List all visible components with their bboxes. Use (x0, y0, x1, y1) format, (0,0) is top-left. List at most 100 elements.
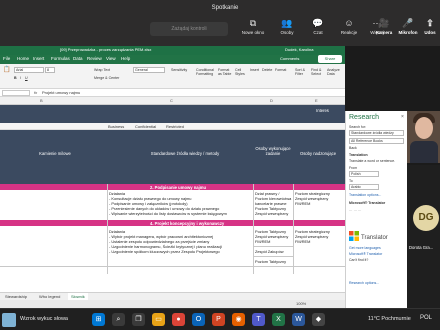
section-title-2: 2. Podpisanie umowy najmu (150, 184, 207, 190)
window-icon: ⧉ (249, 18, 257, 28)
weather-widget[interactable]: 11°C Pochmurnie (368, 316, 411, 322)
menu-file[interactable]: File (3, 56, 10, 61)
find-select-button[interactable]: Find & Select (311, 68, 325, 76)
research-options-link[interactable]: Research options... (349, 281, 379, 285)
fx-icon: fx (34, 90, 38, 95)
search-icon[interactable]: ⌕ (112, 313, 125, 326)
underline-button[interactable]: U (25, 76, 28, 80)
microphone-button[interactable]: 🎤 Mikrofon (396, 17, 420, 43)
analyze-data-button[interactable]: Analyze Data (327, 68, 343, 76)
reference-source-select[interactable]: All Reference Books (349, 138, 404, 144)
to-language-select[interactable]: Arabic (349, 184, 379, 190)
status-bar: 100% (0, 300, 345, 308)
cell-text: - Uzgodnienie spółkom kluczowych przez Z… (109, 249, 220, 254)
request-control-button[interactable]: Zażądaj kontroli (150, 22, 228, 36)
from-language-select[interactable]: Polish (349, 171, 379, 177)
from-label: From (349, 166, 358, 170)
ms-translator-link[interactable]: Microsoft® Translator (349, 252, 382, 256)
formula-input[interactable]: Projekt umowy najmu (42, 90, 80, 95)
mic-icon: 🎤 (402, 18, 414, 28)
grid-line (293, 184, 294, 274)
research-search-input[interactable]: Standardowe źródła wiedzy (349, 130, 404, 136)
menu-view[interactable]: View (106, 56, 116, 61)
column-header-b[interactable]: B (40, 98, 43, 103)
news-headline: Wzrok wykuc słowa (20, 316, 68, 322)
comments-button[interactable]: Comments (280, 56, 299, 61)
back-button[interactable]: Back (349, 146, 357, 150)
task-view-icon[interactable]: ❐ (132, 313, 145, 326)
meeting-title: Spotkanie (211, 5, 239, 11)
name-box[interactable] (2, 90, 30, 96)
menu-home[interactable]: Home (17, 56, 29, 61)
get-languages-link[interactable]: Get more languages (349, 246, 381, 250)
news-widget[interactable]: Wzrok wykuc słowa (0, 311, 80, 329)
format-as-table-button[interactable]: Format as Table (218, 68, 234, 76)
menu-formulas[interactable]: Formulas (51, 56, 70, 61)
cell-text: Poziom Taktyczny (255, 259, 287, 264)
share-screen-button[interactable]: ⇪ Udos (420, 17, 440, 43)
teams-icon[interactable]: T (252, 313, 265, 326)
workbook-title: [09] Przeprowadzka - proces zarządzania … (60, 47, 152, 52)
section-translation: Translation (349, 153, 368, 157)
sensitivity-button[interactable]: Sensitivity (171, 68, 187, 72)
header-sources: Standardowe źródła wiedzy / metody (150, 151, 220, 156)
new-window-button[interactable]: ⧉ Nowe okno (236, 17, 270, 43)
chrome-icon[interactable]: ● (172, 313, 185, 326)
language-indicator[interactable]: POL (420, 315, 432, 321)
powerpoint-icon[interactable]: P (212, 313, 225, 326)
file-explorer-icon[interactable]: ▭ (152, 313, 165, 326)
spreadsheet-grid[interactable]: Interes Kamienie milowe Standardowe źród… (0, 105, 345, 308)
column-header-e[interactable]: E (315, 98, 318, 103)
label-restricted[interactable]: Restricted (163, 123, 187, 130)
bold-button[interactable]: B (14, 76, 17, 80)
menu-insert[interactable]: Insert (33, 56, 44, 61)
italic-button[interactable]: I (20, 76, 21, 80)
share-button[interactable]: Share (318, 55, 342, 63)
paste-icon[interactable]: 📋 (3, 67, 10, 73)
sensitivity-bar: Business Confidential Restricted (0, 123, 345, 130)
sort-filter-button[interactable]: Sort & Filter (295, 68, 309, 76)
zoom-level[interactable]: 100% (296, 301, 306, 306)
people-button[interactable]: 👥 Osoby (270, 17, 304, 43)
conditional-formatting-button[interactable]: Conditional Formatting (196, 68, 216, 76)
section-title-4: 4. Projekt koncepcyjny i wykonawczy (150, 220, 225, 226)
research-title: Research (349, 114, 379, 121)
to-label: To (349, 179, 353, 183)
delete-cells-button[interactable]: Delete (262, 68, 272, 72)
column-header-c[interactable]: C (170, 98, 173, 103)
participant-video[interactable] (407, 111, 440, 163)
wrap-text-button[interactable]: Wrap Text (94, 68, 110, 72)
chat-icon: 💬 (312, 18, 324, 28)
number-format-select[interactable]: General (133, 67, 165, 73)
format-cells-button[interactable]: Format (275, 68, 286, 72)
translate-description: Translate a word or sentence. (349, 159, 396, 163)
column-header-d[interactable]: D (270, 98, 273, 103)
translation-options-link[interactable]: Translation options... (349, 193, 381, 197)
excel-menu-bar: File Home Insert Formulas Data Review Vi… (0, 55, 345, 64)
excel-icon[interactable]: X (272, 313, 285, 326)
word-icon[interactable]: W (292, 313, 305, 326)
people-icon: 👥 (281, 18, 293, 28)
app-icon[interactable]: ◆ (312, 313, 325, 326)
insert-cells-button[interactable]: Insert (250, 68, 259, 72)
menu-help[interactable]: Help (121, 56, 130, 61)
label-confidential[interactable]: Confidential (132, 123, 159, 130)
participant-tile[interactable]: DG Dorota Gra... (407, 165, 440, 308)
firefox-icon[interactable]: ◉ (232, 313, 245, 326)
menu-data[interactable]: Data (73, 56, 83, 61)
camera-button[interactable]: 🎥 Kamera (372, 17, 396, 43)
font-name-select[interactable]: Arial (14, 67, 44, 73)
close-icon[interactable]: × (401, 114, 404, 120)
label-business[interactable]: Business (105, 123, 127, 130)
microsoft-logo-icon (349, 231, 359, 241)
menu-review[interactable]: Review (87, 56, 102, 61)
header-interes: Interes (316, 108, 329, 113)
windows-start-icon[interactable]: ⊞ (92, 313, 105, 326)
cell-styles-button[interactable]: Cell Styles (235, 68, 247, 76)
outlook-icon[interactable]: O (192, 313, 205, 326)
cell-text: FM/REM (295, 239, 311, 244)
screen: Spotkanie Zażądaj kontroli ⧉ Nowe okno 👥… (0, 0, 440, 330)
font-size-select[interactable]: 8 (45, 67, 55, 73)
chat-button[interactable]: 💬 Czat (301, 17, 335, 43)
merge-center-button[interactable]: Merge & Center (94, 76, 119, 80)
